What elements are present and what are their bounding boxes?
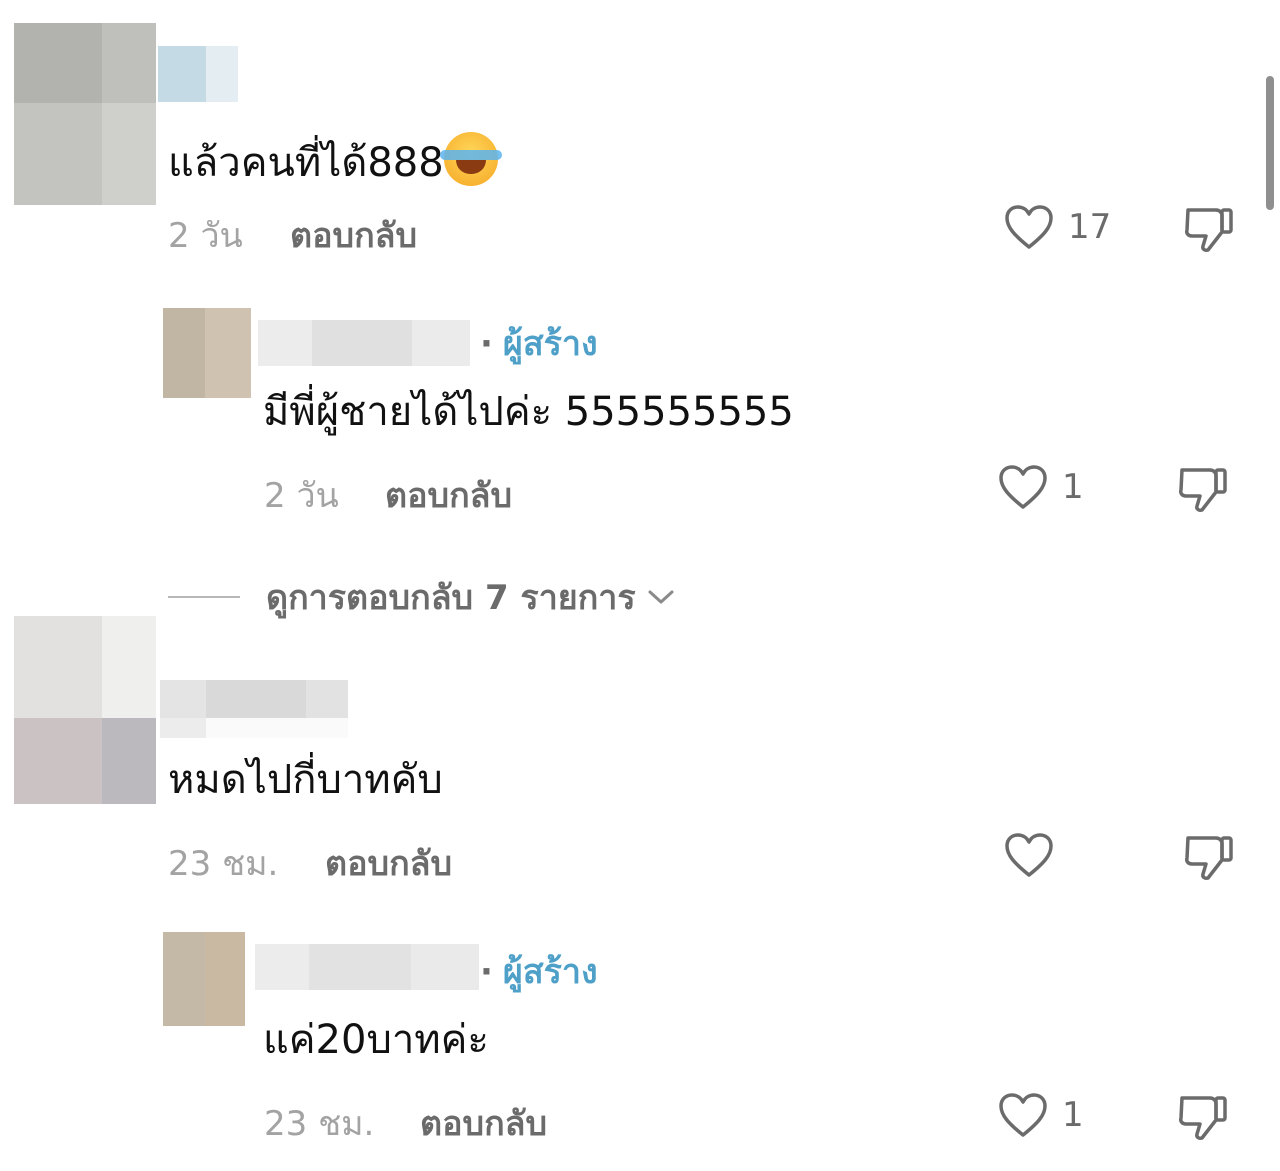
username-blurred[interactable] — [160, 680, 348, 738]
heart-icon — [999, 465, 1047, 509]
avatar[interactable] — [163, 932, 245, 1026]
like-button[interactable]: 1 — [998, 464, 1084, 510]
like-count: 1 — [1062, 1095, 1084, 1135]
view-replies-label: ดูการตอบกลับ 7 รายการ — [266, 578, 636, 618]
heart-icon — [999, 1093, 1047, 1137]
creator-badge: · ผู้สร้าง — [480, 952, 598, 992]
like-button[interactable]: 1 — [998, 1092, 1084, 1138]
comment-time: 2 วัน — [168, 216, 243, 256]
username-blurred[interactable] — [258, 320, 470, 366]
username-blurred[interactable] — [158, 46, 238, 102]
comment-time: 2 วัน — [264, 476, 339, 516]
chevron-down-icon — [648, 590, 674, 604]
reply-button[interactable]: ตอบกลับ — [385, 468, 512, 522]
divider-line — [168, 596, 240, 598]
creator-badge: · ผู้สร้าง — [480, 324, 598, 364]
comment-text: แล้วคนที่ได้888 — [168, 132, 502, 186]
username-blurred[interactable] — [255, 944, 479, 990]
like-count: 1 — [1062, 467, 1084, 507]
thumbs-down-icon[interactable] — [1176, 1092, 1228, 1142]
comment-time: 23 ชม. — [168, 844, 279, 884]
avatar[interactable] — [14, 23, 156, 205]
thumbs-down-icon[interactable] — [1182, 832, 1234, 882]
heart-icon — [1005, 205, 1053, 249]
reply-button[interactable]: ตอบกลับ — [420, 1096, 547, 1150]
reply-button[interactable]: ตอบกลับ — [325, 836, 452, 890]
tears-of-joy-emoji — [439, 132, 502, 186]
comment-text: หมดไปกี่บาทคับ — [168, 757, 443, 803]
avatar[interactable] — [14, 616, 156, 804]
like-button[interactable] — [1004, 832, 1068, 878]
view-replies-button[interactable]: ดูการตอบกลับ 7 รายการ — [168, 570, 676, 624]
like-button[interactable]: 17 — [1004, 204, 1111, 250]
reply-button[interactable]: ตอบกลับ — [290, 208, 417, 262]
thumbs-down-icon[interactable] — [1182, 204, 1234, 254]
thumbs-down-icon[interactable] — [1176, 464, 1228, 514]
comment-time: 23 ชม. — [264, 1104, 375, 1144]
avatar[interactable] — [163, 308, 251, 398]
like-count: 17 — [1068, 207, 1112, 247]
scrollbar[interactable] — [1266, 76, 1274, 210]
heart-icon — [1005, 833, 1053, 877]
comment-text: มีพี่ผู้ชายได้ไปค่ะ 555555555 — [263, 389, 794, 435]
comment-text: แค่20บาทค่ะ — [263, 1017, 489, 1063]
